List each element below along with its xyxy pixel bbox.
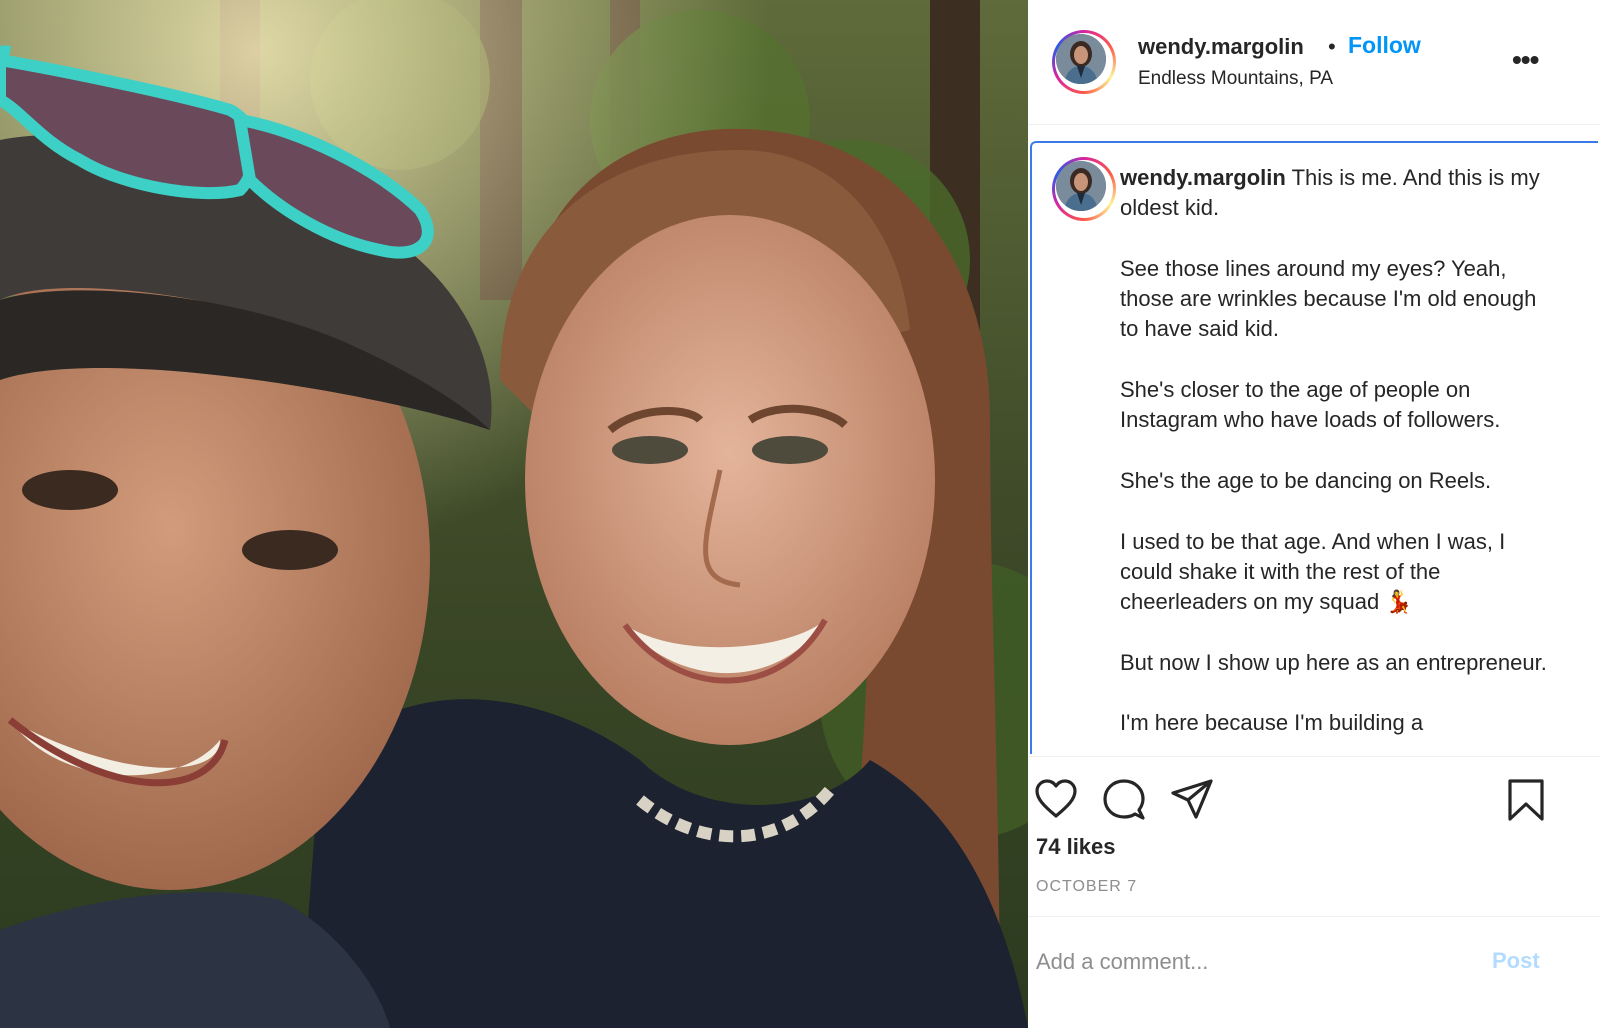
caption-paragraph: She's closer to the age of people on Ins… bbox=[1120, 377, 1501, 433]
comment-icon[interactable] bbox=[1102, 778, 1146, 822]
post-header: wendy.margolin • Follow Endless Mountain… bbox=[1028, 0, 1600, 125]
bookmark-icon[interactable] bbox=[1506, 778, 1546, 822]
separator-dot: • bbox=[1328, 34, 1336, 59]
caption-paragraph: But now I show up here as an entrepreneu… bbox=[1120, 649, 1547, 675]
profile-avatar[interactable] bbox=[1052, 30, 1116, 94]
caption-paragraph: See those lines around my eyes? Yeah, th… bbox=[1120, 255, 1537, 342]
caption-paragraph: wendy.margolin This is me. And this is m… bbox=[1120, 163, 1560, 224]
caption-username[interactable]: wendy.margolin bbox=[1120, 165, 1286, 190]
caption-text: wendy.margolin This is me. And this is m… bbox=[1120, 163, 1560, 754]
post-comment-button[interactable]: Post bbox=[1492, 948, 1540, 974]
avatar-image bbox=[1056, 161, 1106, 211]
avatar-image bbox=[1056, 34, 1106, 84]
post-photo[interactable] bbox=[0, 0, 1028, 1028]
heart-icon[interactable] bbox=[1034, 778, 1078, 820]
photo-illustration bbox=[0, 0, 1028, 1028]
caption-paragraph: She's the age to be dancing on Reels. bbox=[1120, 467, 1492, 493]
username-link[interactable]: wendy.margolin bbox=[1138, 34, 1304, 60]
divider bbox=[1028, 756, 1600, 757]
caption-avatar[interactable] bbox=[1052, 157, 1116, 221]
post-sidebar: wendy.margolin • Follow Endless Mountain… bbox=[1028, 0, 1600, 1028]
comment-input[interactable] bbox=[1036, 944, 1476, 980]
follow-button[interactable]: Follow bbox=[1348, 32, 1421, 59]
post-date[interactable]: OCTOBER 7 bbox=[1036, 878, 1137, 896]
caption-paragraph: I used to be that age. And when I was, I… bbox=[1120, 528, 1506, 615]
caption-scroll-area[interactable]: wendy.margolin This is me. And this is m… bbox=[1030, 141, 1598, 754]
caption-paragraph: I'm here because I'm building a bbox=[1120, 710, 1424, 736]
share-icon[interactable] bbox=[1170, 778, 1214, 820]
divider bbox=[1028, 916, 1600, 917]
likes-count[interactable]: 74 likes bbox=[1036, 834, 1116, 860]
location-link[interactable]: Endless Mountains, PA bbox=[1138, 68, 1333, 90]
more-options-icon[interactable]: ••• bbox=[1512, 44, 1539, 76]
